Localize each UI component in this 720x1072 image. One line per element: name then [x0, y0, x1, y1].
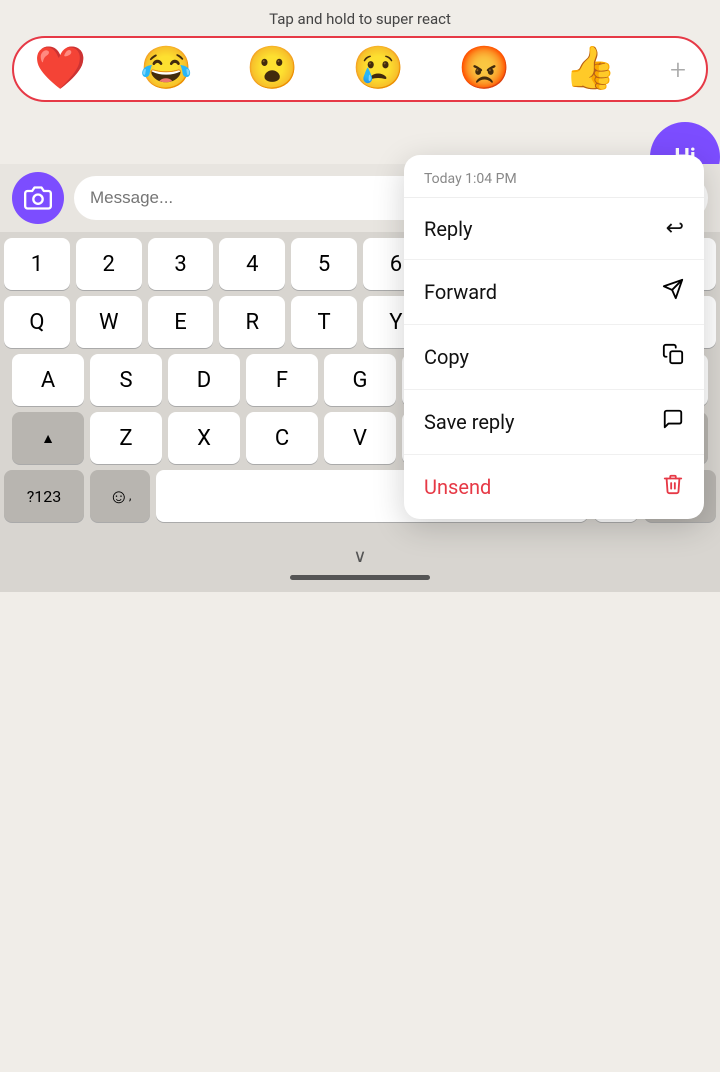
key-t[interactable]: T — [291, 296, 357, 348]
forward-icon — [662, 278, 684, 306]
super-react-hint: Tap and hold to super react — [0, 0, 720, 36]
home-indicator — [290, 575, 430, 580]
key-c[interactable]: C — [246, 412, 318, 464]
key-x[interactable]: X — [168, 412, 240, 464]
context-menu-save-reply[interactable]: Save reply — [404, 390, 704, 455]
key-2[interactable]: 2 — [76, 238, 142, 290]
emoji-reaction-bar[interactable]: ❤️ 😂 😮 😢 😡 👍 + — [12, 36, 708, 102]
copy-label: Copy — [424, 345, 469, 369]
laugh-emoji[interactable]: 😂 — [140, 48, 192, 90]
key-z[interactable]: Z — [90, 412, 162, 464]
chevron-down-icon[interactable]: ∨ — [353, 546, 366, 567]
context-menu: Today 1:04 PM Reply ↩ Forward Copy Save … — [404, 155, 704, 519]
context-menu-reply[interactable]: Reply ↩ — [404, 198, 704, 260]
context-menu-timestamp: Today 1:04 PM — [404, 155, 704, 198]
unsend-icon — [662, 473, 684, 501]
key-d[interactable]: D — [168, 354, 240, 406]
key-f[interactable]: F — [246, 354, 318, 406]
cry-emoji[interactable]: 😢 — [352, 48, 404, 90]
unsend-label: Unsend — [424, 475, 491, 499]
key-w[interactable]: W — [76, 296, 142, 348]
reply-icon: ↩ — [666, 216, 684, 241]
thumbs-up-emoji[interactable]: 👍 — [564, 48, 616, 90]
key-5[interactable]: 5 — [291, 238, 357, 290]
bottom-bar: ∨ — [0, 532, 720, 575]
forward-label: Forward — [424, 280, 497, 304]
home-indicator-area — [0, 575, 720, 592]
key-e[interactable]: E — [148, 296, 214, 348]
key-3[interactable]: 3 — [148, 238, 214, 290]
context-menu-copy[interactable]: Copy — [404, 325, 704, 390]
key-4[interactable]: 4 — [219, 238, 285, 290]
key-a[interactable]: A — [12, 354, 84, 406]
copy-icon — [662, 343, 684, 371]
key-q[interactable]: Q — [4, 296, 70, 348]
context-menu-forward[interactable]: Forward — [404, 260, 704, 325]
key-g[interactable]: G — [324, 354, 396, 406]
key-r[interactable]: R — [219, 296, 285, 348]
heart-emoji[interactable]: ❤️ — [34, 48, 86, 90]
camera-button[interactable] — [12, 172, 64, 224]
more-reactions-button[interactable]: + — [670, 53, 686, 86]
reply-label: Reply — [424, 217, 473, 241]
wow-emoji[interactable]: 😮 — [246, 48, 298, 90]
emoji-key[interactable]: ☺, — [90, 470, 150, 522]
shift-key[interactable]: ▲ — [12, 412, 84, 464]
key-v[interactable]: V — [324, 412, 396, 464]
key-s[interactable]: S — [90, 354, 162, 406]
context-menu-unsend[interactable]: Unsend — [404, 455, 704, 519]
save-reply-icon — [662, 408, 684, 436]
camera-icon — [24, 184, 52, 212]
key-1[interactable]: 1 — [4, 238, 70, 290]
number-switch-key[interactable]: ?123 — [4, 470, 84, 522]
save-reply-label: Save reply — [424, 410, 515, 434]
angry-emoji[interactable]: 😡 — [458, 48, 510, 90]
